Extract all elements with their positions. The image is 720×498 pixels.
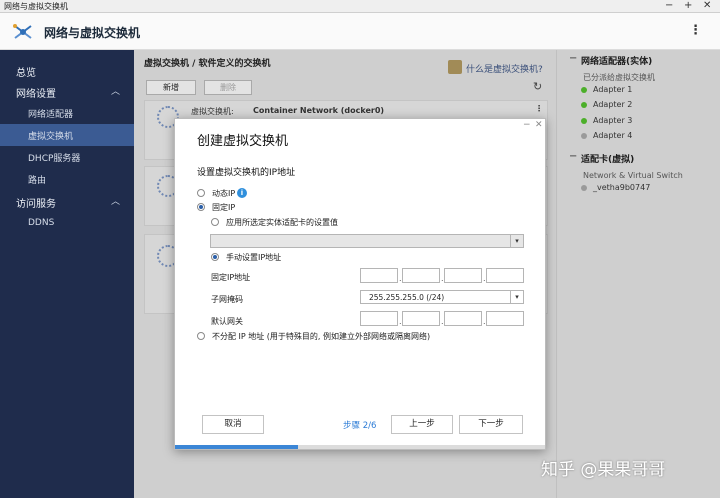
adapter-label: Adapter 1 [593, 85, 633, 94]
maximize-icon[interactable]: + [684, 0, 692, 12]
sidebar: 总览 网络设置 ︿ 网络适配器 虚拟交换机 DHCP服务器 路由 访问服务 ︿ … [0, 50, 134, 498]
physical-adapter-select[interactable]: ▾ [210, 234, 524, 248]
assigned-label: 已分派给虚拟交换机 [583, 73, 655, 82]
more-menu-icon[interactable]: ⋮ [689, 23, 702, 38]
chevron-up-icon[interactable]: ︿ [111, 194, 120, 207]
virtual-sub-label: Network & Virtual Switch [583, 171, 683, 180]
sidebar-item-label: DHCP服务器 [28, 154, 81, 164]
app-title: 网络与虚拟交换机 [44, 26, 141, 40]
radio-manual-ip[interactable] [211, 253, 219, 261]
gateway-label: 默认网关 [211, 317, 243, 326]
collapse-icon[interactable]: − [569, 53, 577, 64]
radio-no-ip-label: 不分配 IP 地址 (用于特殊目的, 例如建立外部网络或隔离网络) [212, 332, 431, 341]
virtual-adapters-title: 适配卡(虚拟) [581, 155, 635, 165]
sidebar-item-label: 访问服务 [16, 199, 56, 210]
dialog-subtitle: 设置虚拟交换机的IP地址 [197, 168, 296, 178]
ip-octet-4[interactable] [486, 268, 524, 283]
window-titlebar: 网络与虚拟交换机 − + ✕ [0, 0, 720, 13]
collapse-icon[interactable]: − [569, 151, 577, 162]
adapter-label: Adapter 4 [593, 131, 633, 140]
radio-static-ip[interactable] [197, 203, 205, 211]
help-link-text[interactable]: 什么是虚拟交换机? [466, 62, 543, 75]
adapter-label: Adapter 3 [593, 116, 633, 125]
sidebar-item-overview[interactable]: 总览 [0, 59, 134, 81]
minimize-icon[interactable]: − [523, 120, 531, 130]
ip-octet-1[interactable] [360, 268, 398, 283]
sidebar-item-label: 网络设置 [16, 89, 56, 100]
sidebar-item-network-settings[interactable]: 网络设置 ︿ [0, 80, 134, 102]
window-title: 网络与虚拟交换机 [4, 2, 68, 11]
previous-button[interactable]: 上一步 [391, 415, 453, 434]
status-dot-icon [581, 102, 587, 108]
minimize-icon[interactable]: − [665, 0, 673, 12]
breadcrumb: 虚拟交换机 / 软件定义的交换机 [144, 59, 271, 69]
adapter-item: Adapter 3 [581, 116, 633, 125]
chevron-up-icon[interactable]: ︿ [111, 84, 120, 97]
chevron-down-icon: ▾ [510, 235, 523, 247]
switch-row-label: 虚拟交换机: [191, 107, 234, 116]
status-dot-icon [581, 87, 587, 93]
sidebar-item-network-adapters[interactable]: 网络适配器 [0, 102, 134, 124]
row-more-icon[interactable]: ⋮ [535, 104, 543, 113]
ip-field-label: 固定IP地址 [211, 273, 251, 282]
sidebar-item-label: 虚拟交换机 [28, 132, 74, 142]
adapter-item: _vetha9b0747 [581, 183, 651, 192]
network-switch-icon [13, 24, 32, 39]
radio-static-ip-label: 固定IP [212, 203, 236, 212]
subnet-mask-select[interactable]: 255.255.255.0 (/24) ▾ [360, 290, 524, 304]
app-header: 网络与虚拟交换机 ⋮ [0, 13, 720, 50]
cancel-button[interactable]: 取消 [202, 415, 264, 434]
adapter-label: Adapter 2 [593, 100, 633, 109]
right-panel: − 网络适配器(实体) 已分派给虚拟交换机 Adapter 1 Adapter … [556, 50, 720, 498]
sidebar-item-label: 总览 [16, 68, 36, 79]
sidebar-item-label: DDNS [28, 218, 55, 228]
gateway-octet-3[interactable] [444, 311, 482, 326]
radio-no-ip[interactable] [197, 332, 205, 340]
radio-dynamic-ip[interactable] [197, 189, 205, 197]
adapter-item: Adapter 2 [581, 100, 633, 109]
next-button[interactable]: 下一步 [459, 415, 523, 434]
adapter-label: _vetha9b0747 [593, 183, 651, 192]
sidebar-item-virtual-switch[interactable]: 虚拟交换机 [0, 124, 134, 146]
gateway-octet-4[interactable] [486, 311, 524, 326]
sidebar-item-label: 路由 [28, 176, 47, 186]
sidebar-item-dhcp-server[interactable]: DHCP服务器 [0, 146, 134, 168]
refresh-icon[interactable]: ↻ [533, 80, 542, 93]
close-window-icon[interactable]: ✕ [703, 0, 711, 12]
step-indicator: 步骤 2/6 [343, 421, 377, 431]
sidebar-item-routing[interactable]: 路由 [0, 168, 134, 190]
status-dot-icon [581, 185, 587, 191]
subnet-mask-label: 子网掩码 [211, 295, 243, 304]
dialog-title: 创建虚拟交换机 [197, 134, 289, 149]
progress-fill [175, 445, 299, 449]
help-person-icon [448, 60, 462, 74]
status-dot-icon [581, 118, 587, 124]
radio-dynamic-ip-label: 动态IP [212, 189, 236, 198]
radio-use-physical[interactable] [211, 218, 219, 226]
delete-button[interactable]: 删除 [204, 80, 252, 95]
chevron-down-icon: ▾ [510, 291, 523, 303]
watermark: 知乎 @果果哥哥 [541, 460, 666, 480]
radio-manual-ip-label: 手动设置IP地址 [226, 253, 282, 262]
sidebar-item-access-services[interactable]: 访问服务 ︿ [0, 190, 134, 212]
adapter-item: Adapter 4 [581, 131, 633, 140]
create-switch-dialog: − ✕ 创建虚拟交换机 设置虚拟交换机的IP地址 动态IP i 固定IP 应用所… [174, 118, 546, 450]
gateway-octet-1[interactable] [360, 311, 398, 326]
progress-bar [175, 445, 545, 449]
ip-octet-2[interactable] [402, 268, 440, 283]
close-icon[interactable]: ✕ [535, 120, 543, 130]
physical-adapters-title: 网络适配器(实体) [581, 57, 653, 67]
gateway-octet-2[interactable] [402, 311, 440, 326]
info-icon[interactable]: i [237, 188, 247, 198]
sidebar-item-label: 网络适配器 [28, 110, 74, 120]
ip-octet-3[interactable] [444, 268, 482, 283]
radio-use-physical-label: 应用所选定实体适配卡的设置值 [226, 218, 338, 227]
sidebar-item-ddns[interactable]: DDNS [0, 213, 134, 235]
switch-row-value: Container Network (docker0) [253, 106, 385, 115]
add-button[interactable]: 新增 [146, 80, 196, 95]
adapter-item: Adapter 1 [581, 85, 633, 94]
status-dot-icon [581, 133, 587, 139]
subnet-mask-value: 255.255.255.0 (/24) [369, 293, 445, 302]
